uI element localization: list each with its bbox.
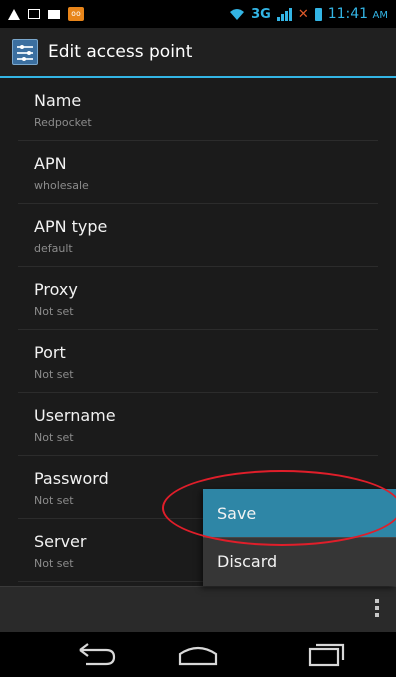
item-title: Name (34, 91, 82, 110)
navigation-bar (0, 632, 396, 677)
no-sim-icon: ✕ (297, 6, 309, 22)
item-value: default (34, 242, 73, 255)
item-value: Not set (34, 368, 74, 381)
list-item-proxy[interactable]: Proxy Not set (18, 267, 378, 330)
item-value: Not set (34, 305, 74, 318)
action-bar: Edit access point (0, 28, 396, 78)
clock: 11:41 AM (328, 6, 388, 22)
page-title: Edit access point (48, 42, 193, 62)
item-title: Port (34, 343, 66, 362)
item-title: Proxy (34, 280, 78, 299)
network-type: 3G (251, 6, 271, 22)
back-icon[interactable] (66, 638, 126, 672)
status-bar: oo 3G ✕ 11:41 AM (0, 0, 396, 28)
list-item-username[interactable]: Username Not set (18, 393, 378, 456)
image-icon (28, 9, 40, 19)
item-title: APN (34, 154, 67, 173)
list-item-apn-type[interactable]: APN type default (18, 204, 378, 267)
list-item-apn[interactable]: APN wholesale (18, 141, 378, 204)
item-value: wholesale (34, 179, 89, 192)
voicemail-icon: oo (68, 7, 84, 21)
bottom-menu-bar (0, 586, 396, 632)
overflow-menu-icon[interactable] (372, 599, 382, 621)
settings-app-icon[interactable] (12, 39, 38, 65)
battery-icon (314, 7, 322, 21)
item-title: Server (34, 532, 87, 551)
recent-apps-icon[interactable] (296, 638, 356, 672)
list-item-name[interactable]: Name Redpocket (18, 78, 378, 141)
options-popup-menu: Save Discard (203, 489, 396, 586)
mail-icon (48, 9, 60, 19)
clock-time: 11:41 (327, 6, 369, 22)
list-item-port[interactable]: Port Not set (18, 330, 378, 393)
warning-icon (8, 8, 20, 20)
signal-icon (276, 7, 292, 21)
item-value: Not set (34, 557, 74, 570)
discard-menu-item[interactable]: Discard (203, 537, 396, 585)
item-title: Password (34, 469, 109, 488)
clock-ampm: AM (372, 10, 388, 21)
item-value: Not set (34, 494, 74, 507)
item-value: Redpocket (34, 116, 92, 129)
item-value: Not set (34, 431, 74, 444)
save-menu-item[interactable]: Save (203, 489, 396, 537)
item-title: APN type (34, 217, 108, 236)
item-title: Username (34, 406, 116, 425)
notification-icons: oo (8, 7, 84, 21)
home-icon[interactable] (168, 638, 228, 672)
wifi-icon (230, 8, 245, 20)
system-status-icons: 3G ✕ 11:41 AM (229, 6, 388, 22)
